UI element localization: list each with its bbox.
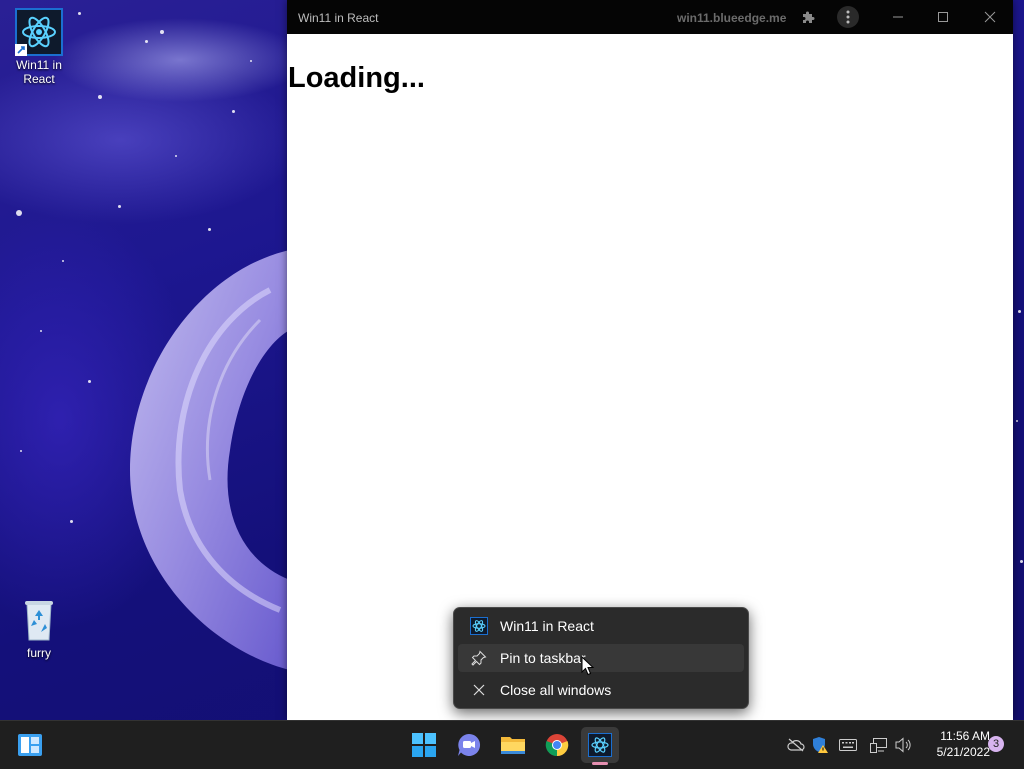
menu-item-pin-to-taskbar[interactable]: Pin to taskbar [458,644,744,672]
window-titlebar[interactable]: Win11 in React win11.blueedge.me [287,0,1013,34]
loading-heading: Loading... [288,62,425,94]
react-atom-icon [15,8,63,56]
desktop-icon-recycle-bin[interactable]: furry [7,596,71,660]
menu-item-label: Win11 in React [500,618,594,634]
close-icon [468,679,490,701]
menu-item-label: Pin to taskbar [500,650,586,666]
close-icon[interactable] [975,0,1005,34]
mouse-cursor-icon [581,656,595,676]
menu-item-label: Close all windows [500,682,612,698]
active-app-indicator [592,762,608,765]
notification-badge[interactable]: 3 [988,736,1004,752]
taskbar-context-menu: Win11 in React Pin to taskbar Close all … [453,607,749,709]
clock-time: 11:56 AM [940,729,990,743]
desktop-icon-label: Win11 in React [16,58,62,86]
volume-icon[interactable] [893,735,915,755]
security-warning-icon[interactable] [809,735,831,755]
widgets-icon[interactable] [11,727,49,763]
window-url: win11.blueedge.me [677,11,787,25]
keyboard-icon[interactable] [837,735,859,755]
network-icon[interactable] [868,735,890,755]
desktop-icon-label: furry [27,646,51,660]
pin-icon [468,647,490,669]
menu-item-close-all-windows[interactable]: Close all windows [458,676,744,704]
more-options-icon[interactable] [837,0,859,34]
taskbar-clock[interactable]: 11:56 AM 5/21/2022 [920,728,990,760]
start-icon[interactable] [405,727,443,763]
window-title: Win11 in React [298,11,379,25]
teams-chat-icon[interactable] [450,727,488,763]
minimize-icon[interactable] [883,0,913,34]
maximize-icon[interactable] [928,0,958,34]
taskbar [0,720,1024,769]
win11-in-react-icon[interactable] [581,727,619,765]
recycle-bin-icon [15,596,63,644]
desktop-icon-win11-in-react[interactable]: Win11 in React [7,8,71,86]
extensions-icon[interactable] [797,0,819,34]
react-atom-icon [468,615,490,637]
clock-date: 5/21/2022 [936,745,990,759]
onedrive-offline-icon[interactable] [785,735,807,755]
file-explorer-icon[interactable] [494,727,532,763]
menu-item-win11-in-react[interactable]: Win11 in React [458,612,744,640]
chrome-icon[interactable] [538,727,576,763]
